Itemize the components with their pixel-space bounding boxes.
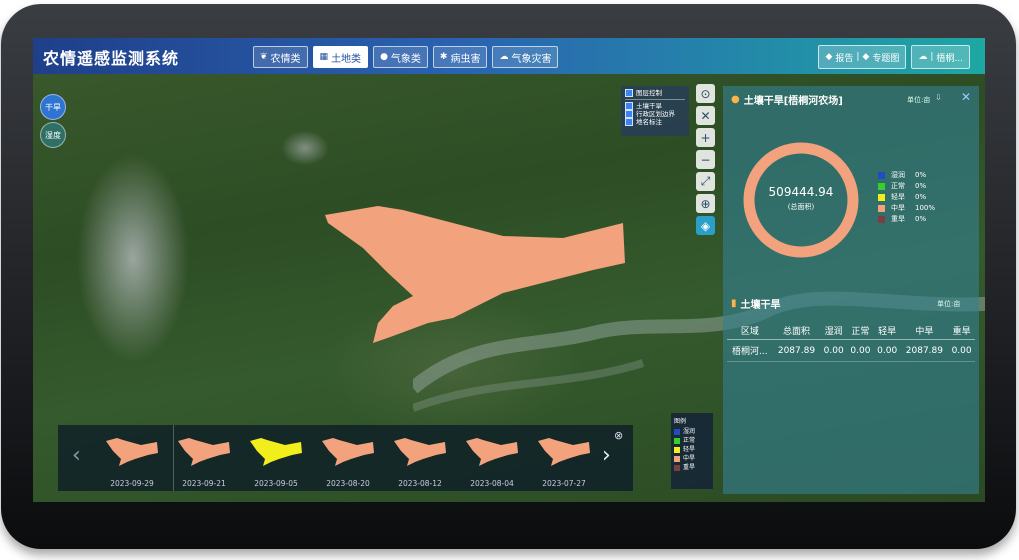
droplet-icon: ●	[380, 52, 388, 62]
table-row[interactable]: 梧桐河... 2087.89 0.00 0.00 0.00 2087.89 0.…	[727, 339, 975, 362]
tab-disaster[interactable]: ☁ 气象灾害	[492, 46, 559, 68]
legend-item: 轻旱	[674, 445, 710, 454]
tab-weather[interactable]: ● 气象类	[373, 46, 428, 68]
legend-item: 重旱	[674, 463, 710, 472]
grid-icon: ▦	[319, 52, 329, 62]
timeline-thumb[interactable]: 2023-08-20	[319, 433, 377, 488]
legend-item: 重旱 0%	[878, 214, 935, 225]
download-icon[interactable]: ⇩	[935, 93, 942, 102]
timeline-thumb[interactable]: 2023-07-27	[535, 433, 593, 488]
legend-item: 中旱	[674, 454, 710, 463]
legend-item: 轻旱 0%	[878, 192, 935, 203]
user-button[interactable]: ☁ | 梧桐...	[911, 45, 970, 69]
legend-item: 中旱 100%	[878, 203, 935, 214]
checkbox[interactable]	[625, 118, 633, 126]
table-title: 土壤干旱	[740, 300, 781, 311]
prev-arrow-icon[interactable]: ‹	[72, 443, 81, 468]
close-icon[interactable]: ⊗	[614, 429, 623, 442]
timeline-thumb[interactable]: 2023-08-12	[391, 433, 449, 488]
tab-crop[interactable]: ❦ 农情类	[253, 46, 308, 68]
drought-button[interactable]: 干旱	[40, 94, 66, 120]
app-title: 农情遥感监测系统	[43, 49, 180, 68]
donut-legend: 湿润 0% 正常 0% 轻旱 0% 中旱 100% 重旱 0%	[878, 170, 935, 225]
crosshair-icon[interactable]: ⊕	[696, 194, 715, 213]
timeline-thumb[interactable]: 2023-09-29	[103, 433, 161, 488]
layer-item-drought[interactable]: 土壤干旱	[625, 102, 685, 110]
chart-icon: ●	[731, 94, 740, 105]
checkbox[interactable]	[625, 89, 633, 97]
tab-pests[interactable]: ✱ 病虫害	[432, 46, 488, 68]
timeline-thumb[interactable]: 2023-09-05	[247, 433, 305, 488]
basemap-icon[interactable]: ◈	[696, 216, 715, 235]
total-area-caption: (总面积)	[787, 203, 815, 211]
donut-chart	[743, 142, 859, 258]
map-tools: ⊙ ✕ + − ⤢ ⊕ ◈	[696, 84, 715, 235]
fullscreen-icon[interactable]: ⤢	[696, 172, 715, 191]
weather-icon: ☁	[918, 52, 928, 62]
header-actions: ◆ 报告 | ◆ 专题图 ☁ | 梧桐...	[818, 45, 970, 69]
leaf-icon: ❦	[260, 52, 268, 62]
stats-panel: ● 土壤干旱[梧桐河农场] 单位:亩 ⇩ ✕ 509444.94 (总面积) 湿润…	[723, 86, 979, 494]
panel-title: 土壤干旱[梧桐河农场]	[743, 96, 843, 107]
timeline-thumb[interactable]: 2023-08-04	[463, 433, 521, 488]
legend-item: 正常	[674, 436, 710, 445]
stats-table: 区域 总面积 湿润 正常 轻旱 中旱 重旱 梧桐河... 2087.89 0.0…	[727, 322, 975, 362]
timeline-strip: ‹ › ⊗ 2023-09-29 2023-09-21 2023-09-05 2…	[58, 425, 633, 491]
checkbox[interactable]	[625, 110, 633, 118]
layers-icon: ◆	[825, 52, 833, 62]
unit-label: 单位:亩	[907, 96, 931, 104]
legend-item: 湿润	[674, 427, 710, 436]
zoom-in-icon[interactable]: +	[696, 128, 715, 147]
bars-icon: ▮	[731, 298, 737, 309]
layers-icon: ◆	[862, 52, 870, 62]
app-screen: 农情遥感监测系统 ❦ 农情类 ▦ 土地类 ● 气象类 ✱ 病虫害 ☁ 气象灾害 ◆ 报告 | ◆…	[33, 38, 985, 502]
next-arrow-icon[interactable]: ›	[602, 443, 611, 468]
report-button[interactable]: ◆ 报告 | ◆ 专题图	[818, 45, 907, 69]
map-legend: 图例 湿润 正常 轻旱 中旱 重旱	[671, 413, 713, 489]
measure-icon[interactable]: ✕	[696, 106, 715, 125]
locate-pin-icon[interactable]: ⊙	[696, 84, 715, 103]
total-area: 509444.94	[768, 185, 834, 199]
checkbox[interactable]	[625, 102, 633, 110]
cloud-icon: ☁	[499, 52, 509, 62]
tab-land[interactable]: ▦ 土地类	[312, 46, 369, 68]
layer-item-boundary[interactable]: 行政区划边界	[625, 110, 685, 118]
nav-tabs: ❦ 农情类 ▦ 土地类 ● 气象类 ✱ 病虫害 ☁ 气象灾害	[253, 46, 559, 68]
timeline-thumb[interactable]: 2023-09-21	[175, 433, 233, 488]
bug-icon: ✱	[439, 52, 448, 62]
top-header: 农情遥感监测系统 ❦ 农情类 ▦ 土地类 ● 气象类 ✱ 病虫害 ☁ 气象灾害 ◆ 报告 | ◆…	[33, 38, 985, 74]
zoom-out-icon[interactable]: −	[696, 150, 715, 169]
close-icon[interactable]: ✕	[961, 90, 971, 104]
legend-item: 湿润 0%	[878, 170, 935, 181]
layer-item-placename[interactable]: 地名标注	[625, 118, 685, 126]
humidity-button[interactable]: 湿度	[40, 122, 66, 148]
table-unit-label: 单位:亩	[937, 300, 961, 308]
legend-item: 正常 0%	[878, 181, 935, 192]
layer-control: 图层控制 土壤干旱 行政区划边界 地名标注	[621, 86, 689, 136]
